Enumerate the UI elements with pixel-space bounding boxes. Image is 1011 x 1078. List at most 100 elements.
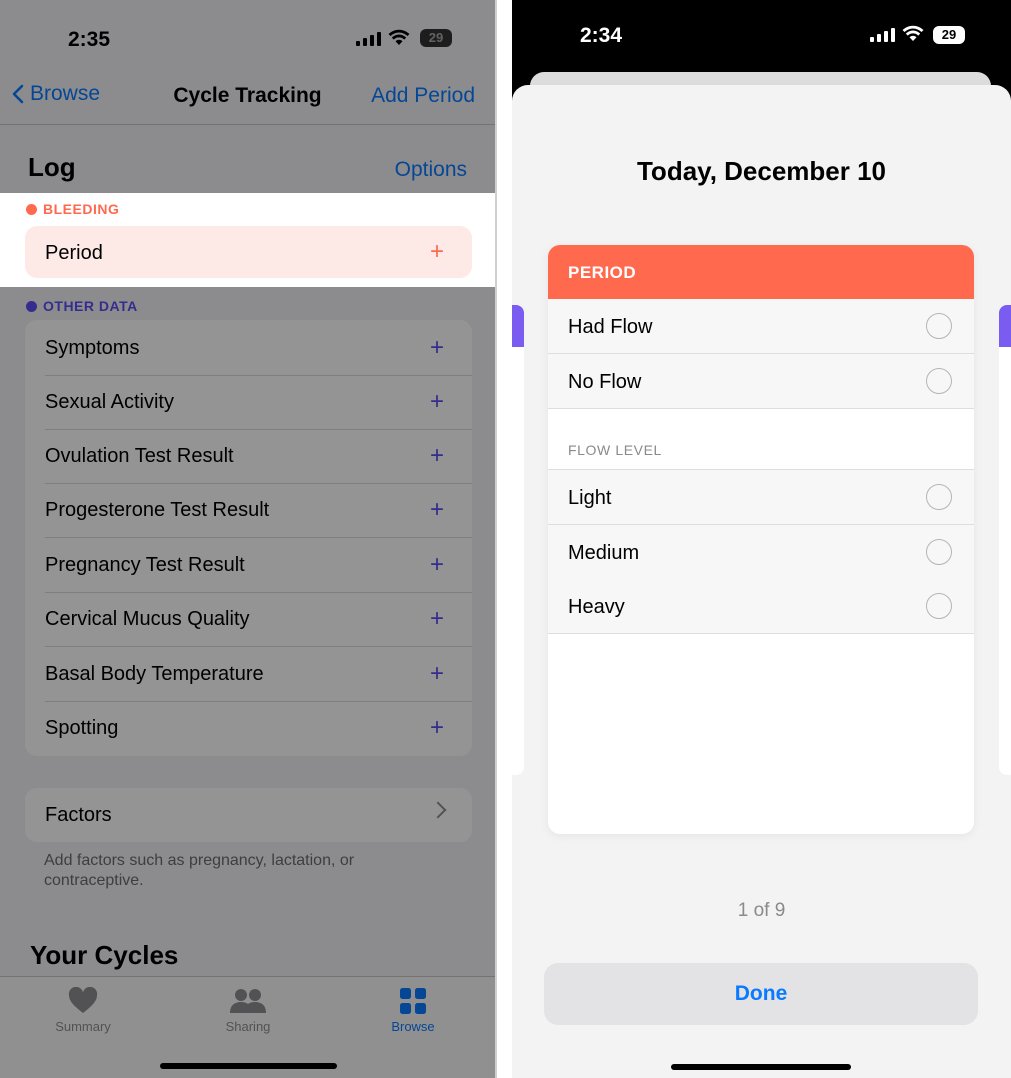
list-item-spotting[interactable]: Spotting + (25, 702, 472, 756)
list-item-cervical-mucus[interactable]: Cervical Mucus Quality + (25, 593, 472, 647)
plus-icon[interactable]: + (430, 553, 444, 577)
page-indicator: 1 of 9 (737, 900, 786, 921)
plus-icon[interactable]: + (430, 662, 444, 686)
grid-icon (400, 988, 426, 1014)
nav-bar: Browse Cycle Tracking Add Period (0, 78, 495, 120)
battery-level: 29 (428, 30, 444, 45)
list-item-label: Symptoms (45, 337, 140, 359)
list-item-ovulation-test[interactable]: Ovulation Test Result + (25, 430, 472, 484)
option-light[interactable]: Light (548, 470, 974, 525)
tab-label: Browse (391, 1019, 435, 1034)
right-phone-screen: 2:34 29 Today, December 10 PERIOD Had Fl… (512, 0, 1011, 1078)
status-bar: 2:35 29 (0, 0, 495, 70)
battery-icon: 29 (933, 26, 965, 44)
radio-icon[interactable] (926, 313, 952, 339)
option-medium[interactable]: Medium (548, 525, 974, 580)
plus-icon[interactable]: + (430, 607, 444, 631)
screenshot-composite: 2:35 29 Browse Cycle Tracking Add Period… (0, 0, 1011, 1078)
list-item-pregnancy-test[interactable]: Pregnancy Test Result + (25, 539, 472, 593)
nav-divider (0, 124, 495, 125)
plus-icon[interactable]: + (430, 444, 444, 468)
period-card: PERIOD Had Flow No Flow FLOW LEVEL Light (548, 245, 974, 834)
bleeding-label-text: BLEEDING (43, 201, 120, 217)
battery-level: 29 (941, 27, 957, 42)
prev-card-accent (512, 305, 524, 347)
period-card-title: PERIOD (568, 263, 637, 282)
prev-card-peek[interactable] (512, 305, 524, 775)
list-item-label: Spotting (45, 717, 119, 739)
tab-sharing[interactable]: Sharing (188, 987, 308, 1034)
list-item-sexual-activity[interactable]: Sexual Activity + (25, 376, 472, 430)
option-label: Heavy (568, 596, 625, 618)
signal-icon (356, 32, 381, 46)
list-item-label: Pregnancy Test Result (45, 554, 245, 576)
people-icon (230, 989, 266, 1013)
wifi-icon (388, 29, 410, 45)
other-data-list: Symptoms + Sexual Activity + Ovulation T… (25, 320, 472, 756)
option-label: Medium (568, 542, 640, 564)
tab-browse[interactable]: Browse (353, 987, 473, 1034)
signal-icon (870, 28, 895, 42)
tab-label: Summary (55, 1019, 111, 1034)
option-no-flow[interactable]: No Flow (548, 354, 974, 409)
option-label: No Flow (568, 371, 642, 393)
radio-icon[interactable] (926, 368, 952, 394)
flow-level-label: FLOW LEVEL (568, 442, 662, 458)
plus-icon[interactable]: + (430, 336, 444, 360)
list-item-label: Progesterone Test Result (45, 499, 270, 521)
list-item-label: Basal Body Temperature (45, 663, 264, 685)
battery-icon: 29 (420, 29, 452, 47)
tab-summary[interactable]: Summary (23, 987, 143, 1034)
row-divider (45, 646, 472, 647)
list-item-label: Sexual Activity (45, 391, 174, 413)
bleeding-section-label: BLEEDING (26, 201, 119, 217)
home-indicator (160, 1063, 337, 1069)
other-data-section-label: OTHER DATA (26, 298, 138, 314)
plus-icon[interactable]: + (430, 716, 444, 740)
other-data-dot-icon (26, 300, 37, 312)
status-time: 2:34 (580, 24, 623, 47)
option-label: Light (568, 487, 612, 509)
radio-icon[interactable] (926, 539, 952, 565)
left-phone-screen: 2:35 29 Browse Cycle Tracking Add Period… (0, 0, 497, 1078)
plus-icon[interactable]: + (430, 498, 444, 522)
other-data-label-text: OTHER DATA (43, 298, 138, 314)
list-item-progesterone-test[interactable]: Progesterone Test Result + (25, 484, 472, 538)
bleeding-dot-icon (26, 203, 37, 215)
heart-icon (68, 987, 98, 1013)
log-heading: Log (28, 152, 76, 182)
your-cycles-heading: Your Cycles (30, 940, 179, 970)
radio-icon[interactable] (926, 484, 952, 510)
period-card-header: PERIOD (548, 245, 974, 299)
option-label: Had Flow (568, 316, 653, 338)
period-label: Period (45, 242, 103, 264)
list-item-symptoms[interactable]: Symptoms + (25, 322, 472, 376)
log-sheet: Today, December 10 PERIOD Had Flow No Fl… (512, 85, 1011, 1078)
done-button[interactable]: Done (544, 963, 978, 1025)
row-divider (548, 633, 974, 634)
list-item-label: Cervical Mucus Quality (45, 608, 250, 630)
home-indicator (671, 1064, 851, 1070)
factors-label: Factors (45, 804, 112, 826)
next-card-accent (999, 305, 1011, 347)
add-period-button[interactable]: Add Period (371, 84, 475, 108)
row-divider (548, 408, 974, 409)
plus-icon[interactable]: + (430, 390, 444, 414)
chevron-right-icon (429, 801, 447, 819)
radio-icon[interactable] (926, 593, 952, 619)
add-period-plus-icon[interactable]: + (430, 240, 444, 264)
row-divider (45, 537, 472, 538)
status-time: 2:35 (68, 28, 111, 51)
period-row[interactable]: Period + (25, 226, 472, 278)
factors-note: Add factors such as pregnancy, lactation… (44, 852, 355, 889)
list-item-basal-temperature[interactable]: Basal Body Temperature + (25, 648, 472, 702)
next-card-peek[interactable] (999, 305, 1011, 775)
factors-row[interactable]: Factors (25, 788, 472, 842)
wifi-icon (902, 25, 924, 41)
tab-label: Sharing (225, 1019, 271, 1034)
list-item-label: Ovulation Test Result (45, 445, 234, 467)
option-heavy[interactable]: Heavy (548, 579, 974, 634)
options-button[interactable]: Options (395, 158, 467, 182)
option-had-flow[interactable]: Had Flow (548, 299, 974, 354)
date-title: Today, December 10 (636, 156, 887, 186)
